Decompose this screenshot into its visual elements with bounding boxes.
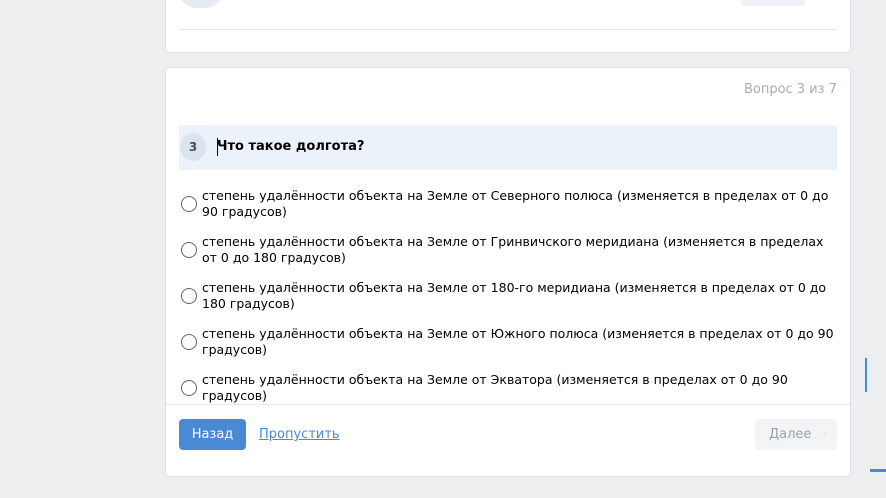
next-button-label: Далее xyxy=(769,427,812,442)
back-button[interactable]: Назад xyxy=(179,419,246,450)
radio-button[interactable] xyxy=(181,242,197,258)
previous-question-card xyxy=(165,0,851,53)
radio-button[interactable] xyxy=(181,380,197,396)
footer-divider xyxy=(166,404,850,405)
answer-option-label: степень удалённости объекта на Земле от … xyxy=(202,234,824,265)
radio-button[interactable] xyxy=(181,288,197,304)
previous-card-button[interactable] xyxy=(741,0,805,6)
answer-option-4[interactable]: степень удалённости объекта на Земле от … xyxy=(181,326,841,358)
answer-option-label: степень удалённости объекта на Земле от … xyxy=(202,326,834,357)
previous-question-number-badge xyxy=(179,0,223,8)
answer-option-label: степень удалённости объекта на Земле от … xyxy=(202,188,829,219)
answer-option-label: степень удалённости объекта на Земле от … xyxy=(202,372,788,403)
question-counter: Вопрос 3 из 7 xyxy=(743,82,837,97)
radio-button[interactable] xyxy=(181,196,197,212)
radio-button[interactable] xyxy=(181,334,197,350)
question-header: 3 Что такое долгота? xyxy=(179,125,837,170)
answer-option-1[interactable]: степень удалённости объекта на Земле от … xyxy=(181,188,841,220)
answer-option-2[interactable]: степень удалённости объекта на Земле от … xyxy=(181,234,841,266)
next-button[interactable]: Далее › xyxy=(755,419,837,450)
question-number-badge: 3 xyxy=(180,133,206,161)
question-title: Что такое долгота? xyxy=(217,139,365,154)
skip-link[interactable]: Пропустить xyxy=(259,427,340,442)
answer-option-5[interactable]: степень удалённости объекта на Земле от … xyxy=(181,372,841,404)
answer-option-label: степень удалённости объекта на Земле от … xyxy=(202,280,827,311)
side-bottom-accent-bar xyxy=(870,469,886,472)
side-accent-bar xyxy=(865,358,867,392)
chevron-right-icon: › xyxy=(821,427,827,442)
divider xyxy=(179,29,837,30)
answer-option-3[interactable]: степень удалённости объекта на Земле от … xyxy=(181,280,841,312)
question-card: Вопрос 3 из 7 3 Что такое долгота? степе… xyxy=(165,67,851,477)
